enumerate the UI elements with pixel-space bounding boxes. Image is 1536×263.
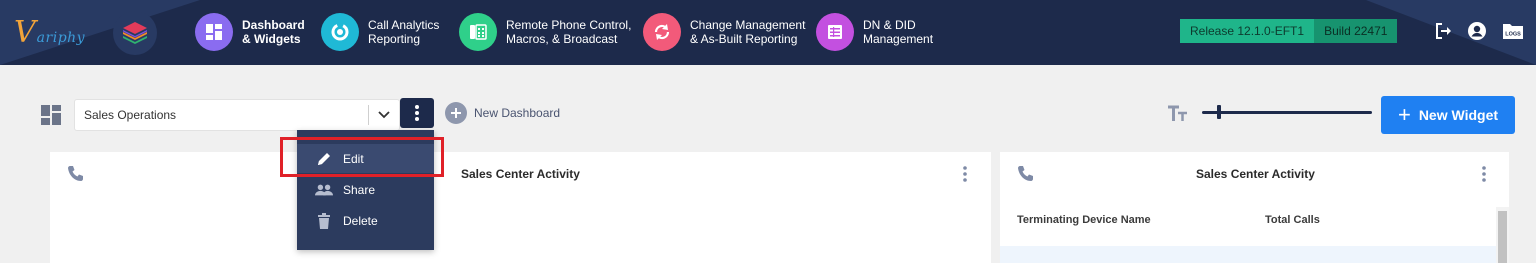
- slider-thumb[interactable]: [1217, 105, 1221, 119]
- column-header-total-calls[interactable]: Total Calls: [1265, 214, 1320, 226]
- text-size-icon: [1167, 104, 1189, 124]
- nav-dashboard-label: Dashboard & Widgets: [242, 18, 305, 46]
- trash-icon: [315, 212, 333, 230]
- dashboard-select-value: Sales Operations: [84, 108, 177, 122]
- nav-change-management-label: Change Management & As-Built Reporting: [690, 18, 806, 46]
- menu-item-share[interactable]: Share: [297, 175, 434, 204]
- nav-remote-phone-label: Remote Phone Control, Macros, & Broadcast: [506, 18, 632, 46]
- nav-dn-did-label: DN & DID Management: [863, 18, 934, 46]
- menu-item-edit[interactable]: Edit: [297, 144, 434, 173]
- pencil-icon: [315, 150, 333, 168]
- vertical-scrollbar[interactable]: [1496, 207, 1509, 263]
- nav-dn-did-management[interactable]: DN & DID Management: [816, 12, 933, 52]
- widget-options-icon[interactable]: [960, 164, 970, 184]
- logo-text: ariphy: [36, 30, 86, 46]
- scrollbar-thumb[interactable]: [1498, 211, 1507, 263]
- phone-icon: [66, 164, 86, 184]
- widget-sales-center-activity-1: Sales Center Activity: [50, 152, 991, 263]
- chevron-down-icon[interactable]: [369, 111, 399, 119]
- nav-dashboard-widgets[interactable]: Dashboard & Widgets: [195, 12, 305, 52]
- table-row: [1000, 246, 1496, 263]
- dashboard-select[interactable]: Sales Operations: [74, 99, 400, 131]
- plus-icon: +: [1397, 102, 1411, 127]
- menu-item-edit-label: Edit: [343, 151, 364, 166]
- new-dashboard-label: New Dashboard: [474, 106, 561, 120]
- svg-text:LOGS: LOGS: [1505, 32, 1521, 38]
- phone-keypad-icon: [459, 13, 497, 51]
- nav-change-management[interactable]: Change Management & As-Built Reporting: [643, 12, 805, 52]
- logout-icon[interactable]: [1432, 20, 1454, 42]
- widget-title: Sales Center Activity: [1196, 167, 1315, 181]
- plus-circle-icon: [445, 102, 467, 124]
- user-account-icon[interactable]: [1466, 20, 1488, 42]
- nav-call-analytics-label: Call Analytics Reporting: [368, 18, 440, 46]
- version-badge: Release 12.1.0-EFT1 Build 22471: [1180, 19, 1398, 43]
- new-widget-label: New Widget: [1418, 107, 1499, 123]
- layers-app-icon[interactable]: [113, 11, 157, 55]
- logs-folder-icon[interactable]: LOGS: [1502, 20, 1524, 42]
- release-version: Release 12.1.0-EFT1: [1180, 19, 1315, 43]
- list-icon: [816, 13, 854, 51]
- new-widget-button[interactable]: + New Widget: [1381, 96, 1515, 134]
- dashboard-options-button[interactable]: [400, 98, 434, 128]
- nav-remote-phone-control[interactable]: Remote Phone Control, Macros, & Broadcast: [459, 12, 631, 52]
- column-header-device-name[interactable]: Terminating Device Name: [1017, 214, 1151, 226]
- kebab-icon: [415, 105, 419, 121]
- dashboard-options-menu: Edit Share Delete: [297, 130, 434, 250]
- widget-options-icon[interactable]: [1479, 164, 1489, 184]
- people-icon: [315, 181, 333, 199]
- menu-item-delete[interactable]: Delete: [297, 206, 434, 235]
- text-size-slider[interactable]: [1202, 102, 1372, 122]
- widget-sales-center-activity-2: Sales Center Activity Terminating Device…: [1000, 152, 1509, 263]
- sync-icon: [643, 13, 681, 51]
- build-number: Build 22471: [1314, 19, 1398, 43]
- top-navigation-bar: V ariphy Dashboard & Widgets Call Analyti…: [0, 0, 1536, 65]
- variphy-logo[interactable]: V ariphy: [14, 18, 85, 48]
- dashboard-grid-icon: [40, 104, 62, 126]
- dashboard-icon: [195, 13, 233, 51]
- menu-item-share-label: Share: [343, 182, 376, 197]
- refresh-circle-icon: [321, 13, 359, 51]
- menu-item-delete-label: Delete: [343, 213, 378, 228]
- slider-track: [1202, 111, 1372, 114]
- widget-title: Sales Center Activity: [461, 167, 580, 181]
- logo-initial: V: [14, 15, 36, 50]
- nav-call-analytics[interactable]: Call Analytics Reporting: [321, 12, 439, 52]
- new-dashboard-button[interactable]: New Dashboard: [445, 102, 560, 124]
- phone-icon: [1016, 164, 1036, 184]
